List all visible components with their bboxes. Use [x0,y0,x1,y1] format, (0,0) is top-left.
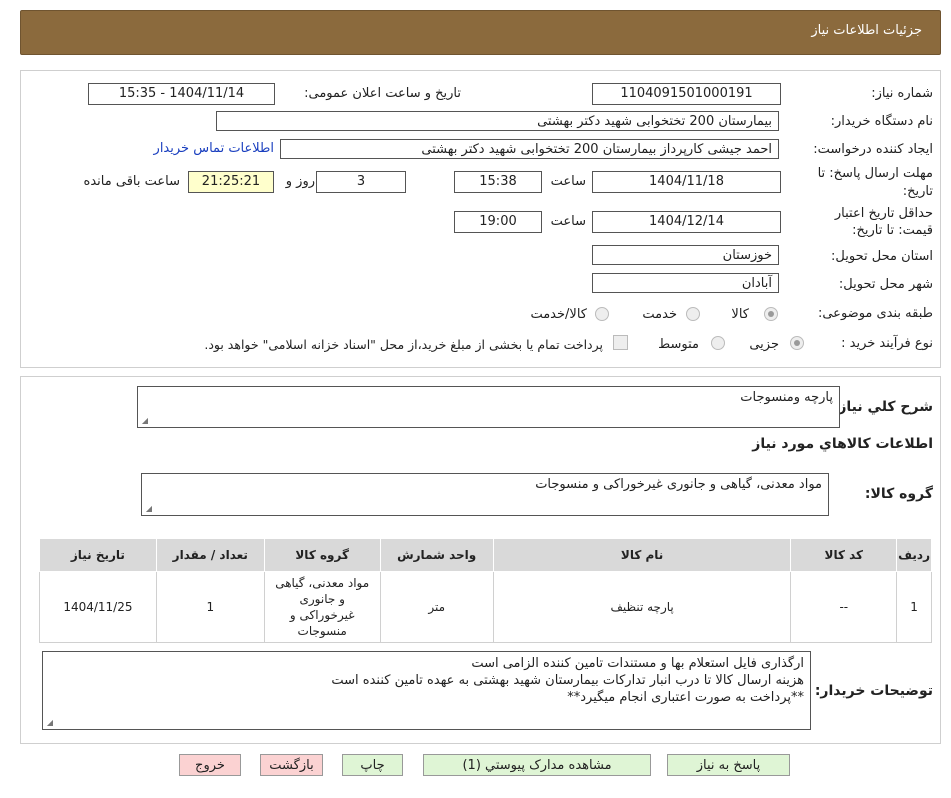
city-field: آبادان [592,273,779,293]
validity-label-2: قیمت: تا تاریخ: [852,223,933,238]
province-field: خوزستان [592,245,779,265]
resize-grip-icon[interactable]: ◢ [144,505,152,513]
category-goods-service-radio[interactable] [595,307,609,321]
remaining-time-field: 21:25:21 [188,171,274,193]
cell-code: -- [790,571,898,643]
buyer-note-line: هزینه ارسال کالا تا درب انبار تدارکات بی… [331,673,804,688]
col-unit: واحد شمارش [379,538,494,572]
resize-grip-icon[interactable]: ◢ [45,719,53,727]
print-button[interactable]: چاپ [342,754,403,776]
cell-date: 1404/11/25 [39,571,157,643]
category-goods-service-label: کالا/خدمت [530,307,587,322]
page-title: جزئیات اطلاعات نیاز [811,23,922,38]
cell-qty: 1 [155,571,265,643]
buyer-notes-label: توضيحات خريدار: [814,683,933,699]
buyer-note-line: ارگذاری فایل استعلام بها و مستندات تامین… [471,656,804,671]
process-minor-radio[interactable] [790,336,804,350]
cell-group: مواد معدنی، گیاهی و جانوری غیرخوراکی و م… [263,571,381,643]
validity-time-label: ساعت [550,214,586,229]
summary-label: شرح کلي نياز: [832,399,933,415]
days-remaining-field: 3 [316,171,406,193]
back-button[interactable]: بازگشت [260,754,323,776]
attachments-button[interactable]: مشاهده مدارک پيوستي (1) [423,754,651,776]
process-medium-label: متوسط [658,337,699,352]
reply-button[interactable]: پاسخ به نياز [667,754,790,776]
category-service-label: خدمت [642,307,677,322]
resize-grip-icon[interactable]: ◢ [140,417,148,425]
province-label: استان محل تحویل: [831,249,933,264]
deadline-label-1: مهلت ارسال پاسخ: تا [817,166,933,181]
announce-datetime-field: 1404/11/14 - 15:35 [88,83,275,105]
col-qty: تعداد / مقدار [155,538,265,572]
payment-note: پرداخت تمام یا بخشی از مبلغ خرید،از محل … [204,337,603,352]
requester-label: ایجاد کننده درخواست: [813,142,933,157]
goods-group-text: مواد معدنی، گیاهی و جانوری غیرخوراکی و م… [535,477,822,492]
col-name: نام کالا [492,538,792,572]
goods-table: رديف کد کالا نام کالا واحد شمارش گروه کا… [39,538,932,643]
col-code: کد کالا [790,538,898,572]
goods-info-title: اطلاعات کالاهاي مورد نياز [752,436,933,452]
cell-name: پارچه تنظیف [492,571,792,643]
goods-group-label: گروه کالا: [864,486,933,502]
announce-label: تاریخ و ساعت اعلان عمومی: [304,86,461,101]
buyer-org-field: بیمارستان 200 تختخوابی شهید دکتر بهشتی [216,111,779,131]
table-row: 1 -- پارچه تنظیف متر مواد معدنی، گیاهی و… [39,571,932,643]
buyer-org-label: نام دستگاه خریدار: [830,114,933,129]
cell-unit: متر [379,571,494,643]
treasury-payment-checkbox[interactable] [613,335,628,350]
goods-group-textarea: مواد معدنی، گیاهی و جانوری غیرخوراکی و م… [141,473,829,516]
category-goods-radio[interactable] [764,307,778,321]
buyer-notes-textarea: ارگذاری فایل استعلام بها و مستندات تامین… [42,651,811,730]
summary-textarea: پارچه ومنسوجات ◢ [137,386,840,428]
col-group: گروه کالا [263,538,381,572]
remaining-time-label: ساعت باقی مانده [83,174,180,189]
category-service-radio[interactable] [686,307,700,321]
category-goods-label: کالا [731,307,749,322]
buyer-contact-link[interactable]: اطلاعات تماس خریدار [154,141,274,156]
exit-button[interactable]: خروج [179,754,241,776]
goods-table-header: رديف کد کالا نام کالا واحد شمارش گروه کا… [39,538,932,572]
deadline-date-field: 1404/11/18 [592,171,781,193]
col-row: رديف [896,538,932,572]
category-label: طبقه بندی موضوعی: [817,306,933,321]
validity-date-field: 1404/12/14 [592,211,781,233]
days-label: روز و [285,174,315,189]
requester-field: احمد جیشی کارپرداز بیمارستان 200 تختخواب… [280,139,779,159]
deadline-time-field: 15:38 [454,171,542,193]
deadline-time-label: ساعت [550,174,586,189]
need-number-label: شماره نیاز: [871,86,933,101]
city-label: شهر محل تحویل: [838,277,933,292]
validity-time-field: 19:00 [454,211,542,233]
deadline-label-2: تاریخ: [902,184,933,199]
need-number-field: 1104091501000191 [592,83,781,105]
process-medium-radio[interactable] [711,336,725,350]
page-header: جزئیات اطلاعات نیاز [20,10,941,55]
process-minor-label: جزیی [749,337,779,352]
process-label: نوع فرآیند خرید : [841,336,933,351]
col-date: تاريخ نياز [39,538,157,572]
validity-label-1: حداقل تاریخ اعتبار [834,206,933,221]
buyer-note-line: **پرداخت به صورت اعتباری انجام میگیرد** [567,690,804,705]
summary-text: پارچه ومنسوجات [740,390,833,405]
cell-row: 1 [896,571,932,643]
